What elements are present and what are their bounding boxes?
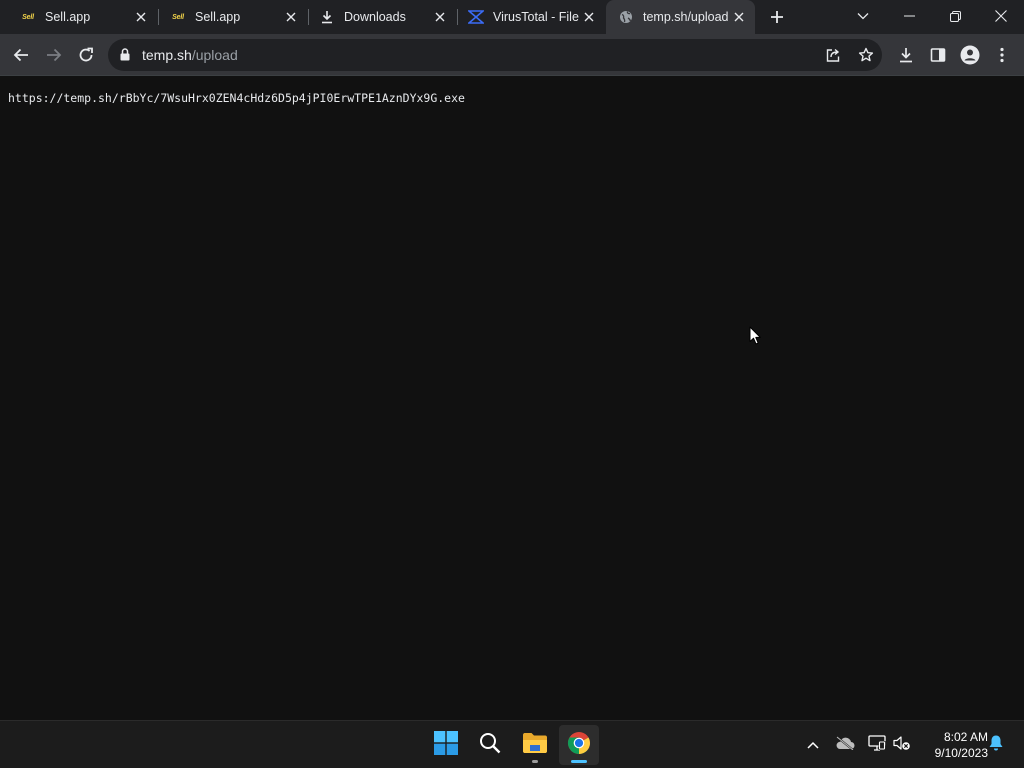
show-hidden-icons-button[interactable] [802,734,824,756]
network-tray-button[interactable] [866,734,888,756]
globe-icon [618,9,634,25]
close-icon[interactable] [133,9,149,25]
volume-muted-icon [893,735,911,756]
chevron-up-icon [807,736,819,754]
reload-button[interactable] [73,42,99,68]
cloud-off-icon [835,735,855,755]
url-path: /upload [191,47,238,63]
close-icon[interactable] [731,9,747,25]
network-icon [868,734,886,756]
minimize-button[interactable] [886,0,932,32]
windows-logo-icon [434,730,458,760]
downloads-button[interactable] [893,42,919,68]
taskbar-search-button[interactable] [470,725,510,765]
volume-tray-button[interactable] [891,734,913,756]
file-explorer-icon [522,732,548,759]
uploaded-file-url[interactable]: https://temp.sh/rBbYc/7WsuHrx0ZEN4cHdz6D… [8,91,465,105]
close-icon[interactable] [581,9,597,25]
close-window-button[interactable] [978,0,1024,32]
chrome-taskbar-button[interactable] [559,725,599,765]
file-explorer-button[interactable] [515,725,555,765]
share-icon[interactable] [823,45,843,65]
clock-date: 9/10/2023 [934,746,988,760]
browser-toolbar: temp.sh/upload [0,34,1024,76]
download-icon [319,9,335,25]
close-icon[interactable] [432,9,448,25]
chrome-icon [567,731,591,760]
sell-app-logo: Sell [172,13,184,21]
url-text[interactable]: temp.sh/upload [142,47,238,63]
onedrive-tray-button[interactable] [834,734,856,756]
restore-button[interactable] [932,0,978,32]
back-button[interactable] [8,42,34,68]
clock[interactable]: 8:02 AM 9/10/2023 [918,729,988,761]
search-icon [479,732,501,759]
tab-virustotal[interactable]: VirusTotal - File [450,0,605,34]
address-bar[interactable]: temp.sh/upload [108,39,882,71]
new-tab-button[interactable] [766,6,788,28]
forward-button[interactable] [41,42,67,68]
bookmark-star-icon[interactable] [856,45,876,65]
sell-app-logo: Sell [22,13,34,21]
page-content: https://temp.sh/rBbYc/7WsuHrx0ZEN4cHdz6D… [0,77,1024,719]
tab-sell-app-2[interactable]: Sell Sell.app [152,0,307,34]
notifications-button[interactable] [985,734,1007,756]
mouse-cursor-icon [749,326,761,350]
tab-temp-sh-upload[interactable]: temp.sh/upload [606,0,755,34]
close-icon[interactable] [283,9,299,25]
menu-kebab-icon[interactable] [989,42,1015,68]
url-host: temp.sh [142,47,192,63]
running-indicator [532,760,538,763]
lock-icon[interactable] [120,48,130,66]
bell-icon [988,734,1004,756]
tab-downloads[interactable]: Downloads [301,0,456,34]
active-indicator [571,760,587,763]
tab-sell-app-1[interactable]: Sell Sell.app [2,0,157,34]
side-panel-button[interactable] [925,42,951,68]
tab-strip: Sell Sell.app Sell Sell.app Downloads Vi… [0,0,1024,34]
virustotal-logo [468,9,484,25]
start-button[interactable] [426,725,466,765]
taskbar: 8:02 AM 9/10/2023 [0,720,1024,768]
profile-avatar-icon[interactable] [957,42,983,68]
clock-time: 8:02 AM [943,730,988,744]
tab-search-button[interactable] [840,0,886,32]
